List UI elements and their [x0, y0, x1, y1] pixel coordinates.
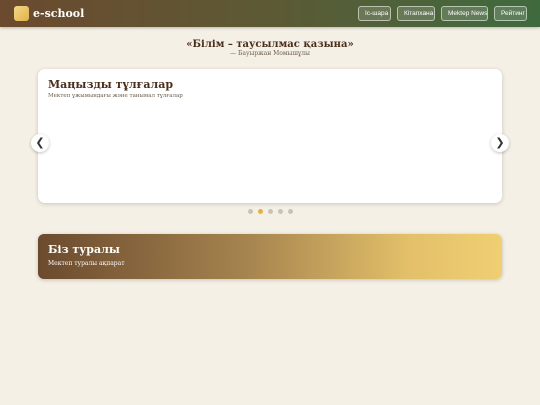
- carousel-dot[interactable]: [267, 209, 273, 214]
- carousel-slide: Маңызды тұлғалар Мектеп ұжымындағы және …: [38, 69, 502, 203]
- top-navbar: e-school Іс-шара Кітапхана Mektep News Р…: [0, 0, 540, 27]
- quote-text: «Білім – таусылмас қазына»: [186, 39, 354, 50]
- about-subtitle: Мектеп туралы ақпарат: [48, 260, 125, 267]
- quote-author: — Бауыржан Момышұлы: [230, 50, 310, 57]
- school-logo-icon[interactable]: [14, 6, 29, 21]
- carousel-prev-button[interactable]: ❮: [31, 134, 49, 152]
- chevron-left-icon: ❮: [35, 136, 45, 149]
- carousel-subtitle: Мектеп ұжымындағы және танымал тұлғалар: [48, 93, 183, 99]
- carousel-dot[interactable]: [257, 209, 263, 214]
- nav-button-news[interactable]: Mektep News: [441, 6, 488, 21]
- brand-name[interactable]: e-school: [33, 6, 84, 21]
- chevron-right-icon: ❯: [495, 136, 505, 149]
- carousel-dots: [0, 209, 540, 214]
- nav-button-rating[interactable]: Рейтинг: [494, 6, 527, 21]
- about-title: Біз туралы: [48, 243, 120, 256]
- carousel-next-button[interactable]: ❯: [491, 134, 509, 152]
- carousel-title: Маңызды тұлғалар: [48, 78, 174, 91]
- main-nav: Іс-шара Кітапхана Mektep News Рейтинг: [358, 6, 527, 21]
- nav-button-events[interactable]: Іс-шара: [358, 6, 391, 21]
- carousel-dot[interactable]: [247, 209, 253, 214]
- nav-button-library[interactable]: Кітапхана: [397, 6, 435, 21]
- carousel-dot[interactable]: [287, 209, 293, 214]
- carousel-dot[interactable]: [277, 209, 283, 214]
- about-section: Біз туралы Мектеп туралы ақпарат: [38, 234, 502, 279]
